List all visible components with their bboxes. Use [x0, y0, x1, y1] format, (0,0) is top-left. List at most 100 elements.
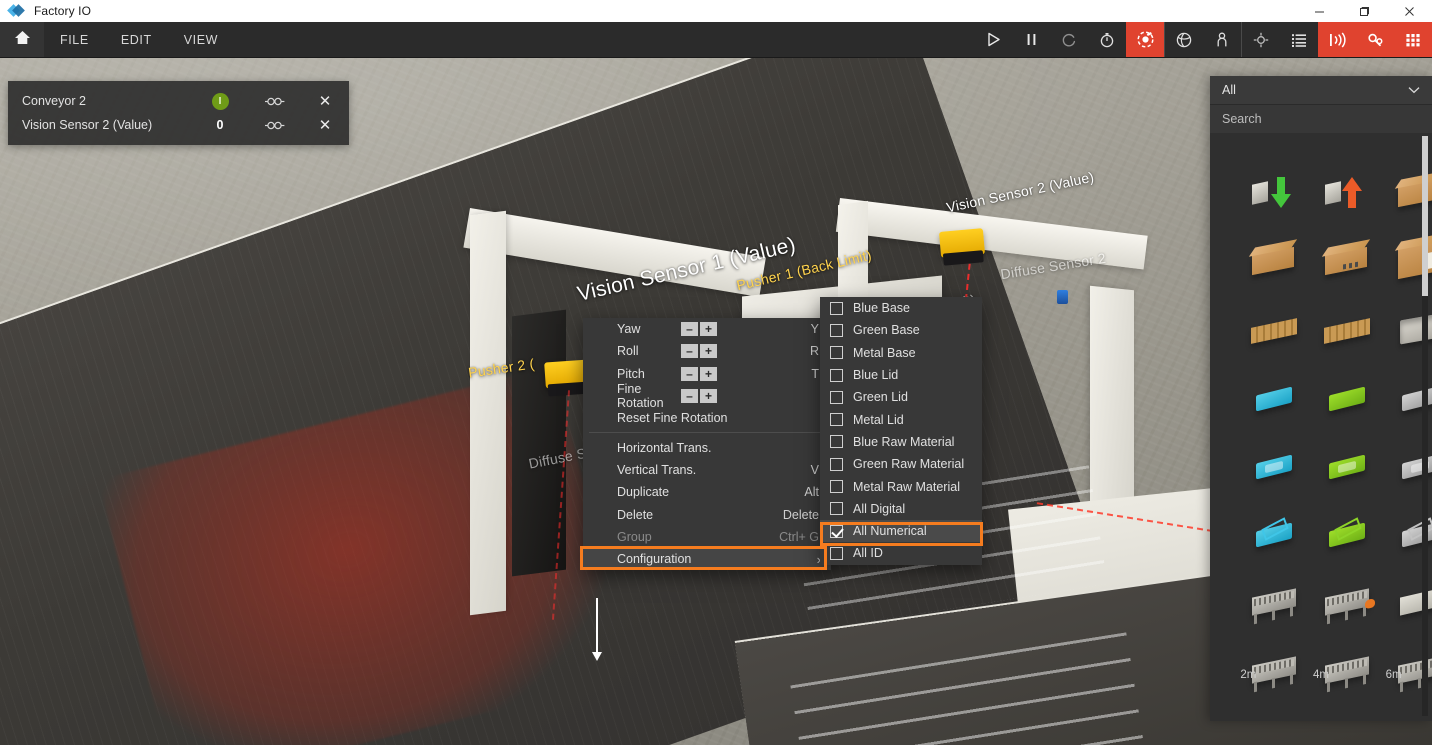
submenu-item-blue-lid[interactable]: Blue Lid [820, 364, 982, 386]
palette-item-roller-conveyor[interactable] [1212, 547, 1297, 625]
palette-item-box-electronics[interactable] [1285, 207, 1367, 276]
decrement-button[interactable]: – [681, 344, 698, 359]
palette-item-emitter[interactable] [1212, 139, 1292, 208]
submenu-item-all-digital[interactable]: All Digital [820, 498, 982, 520]
palette-item-box-medium[interactable] [1212, 207, 1295, 276]
palette-item-curved-conveyor[interactable] [1212, 683, 1285, 721]
checkbox-icon[interactable] [830, 502, 843, 516]
palette-item-blue-base[interactable] [1212, 343, 1293, 412]
close-button[interactable] [1387, 0, 1432, 22]
pause-button[interactable] [1012, 22, 1050, 57]
reset-button[interactable] [1050, 22, 1088, 57]
context-menu-item-configuration[interactable]: Configuration › [583, 547, 831, 571]
submenu-item-green-raw-material[interactable]: Green Raw Material [820, 453, 982, 475]
submenu-item-green-lid[interactable]: Green Lid [820, 386, 982, 408]
palette-item-remover[interactable] [1285, 139, 1362, 208]
first-person-button[interactable] [1203, 22, 1241, 57]
decrement-button[interactable]: – [681, 322, 698, 337]
checkbox-icon[interactable] [830, 457, 843, 471]
context-menu-item-yaw[interactable]: Yaw – + Y [583, 318, 831, 340]
palette-item-roller-conveyor-4m[interactable]: 4m [1285, 615, 1369, 693]
decrement-button[interactable]: – [681, 366, 698, 381]
close-icon[interactable]: ✕ [301, 92, 349, 110]
palette-item-chute-conveyor[interactable] [1357, 547, 1432, 616]
palette-item-box-small[interactable] [1357, 139, 1432, 208]
checkbox-icon[interactable] [830, 368, 843, 382]
search-input[interactable] [1222, 112, 1420, 126]
checkbox-checked-icon[interactable] [830, 524, 843, 538]
checkbox-icon[interactable] [830, 435, 843, 449]
link-icon[interactable] [249, 96, 301, 107]
checkbox-icon[interactable] [830, 546, 843, 560]
watch-item-value[interactable]: I [191, 92, 249, 110]
submenu-item-green-base[interactable]: Green Base [820, 319, 982, 341]
palette-search-row[interactable] [1210, 105, 1432, 133]
checkbox-icon[interactable] [830, 390, 843, 404]
palette-item-pallet-small[interactable] [1212, 275, 1298, 344]
submenu-item-metal-lid[interactable]: Metal Lid [820, 408, 982, 430]
increment-button[interactable]: + [700, 344, 717, 359]
palette-item-plastic-crate[interactable] [1357, 275, 1432, 345]
scene-items-button[interactable] [1280, 22, 1318, 57]
increment-button[interactable]: + [700, 366, 717, 381]
context-menu-item-fine-rotation[interactable]: Fine Rotation – + [583, 382, 831, 410]
sensors-button[interactable] [1318, 22, 1356, 57]
decrement-button[interactable]: – [681, 389, 698, 404]
orbit-view-button[interactable] [1165, 22, 1203, 57]
home-button[interactable] [0, 22, 44, 57]
palette-item-roller-conveyor-2m[interactable]: 2m [1212, 615, 1297, 693]
palette-item-metal-lid[interactable] [1357, 411, 1432, 480]
palette-scrollbar-thumb[interactable] [1422, 136, 1428, 296]
gizmo-button[interactable] [1242, 22, 1280, 57]
context-menu-item-horizontal-trans[interactable]: Horizontal Trans. [583, 436, 831, 458]
palette-item-box-large[interactable] [1357, 207, 1432, 280]
palette-item-green-lid[interactable] [1285, 411, 1365, 480]
context-menu-item-vertical-trans[interactable]: Vertical Trans. V [583, 459, 831, 481]
context-menu-item-roll[interactable]: Roll – + R [583, 340, 831, 362]
submenu-item-blue-raw-material[interactable]: Blue Raw Material [820, 431, 982, 453]
submenu-item-all-id[interactable]: All ID [820, 542, 982, 564]
context-menu-item-reset-fine-rotation[interactable]: Reset Fine Rotation [583, 407, 831, 429]
palette-item-pallet-large[interactable] [1285, 275, 1370, 344]
link-icon[interactable] [249, 120, 301, 131]
context-menu-item-delete[interactable]: Delete Delete [583, 503, 831, 525]
palette-item-metal-raw-material[interactable] [1357, 479, 1432, 548]
watch-row[interactable]: Conveyor 2 I ✕ [8, 89, 349, 113]
palette-button[interactable] [1394, 22, 1432, 57]
timescale-button[interactable] [1088, 22, 1126, 57]
context-menu-item-duplicate[interactable]: Duplicate Alt [583, 481, 831, 503]
play-button[interactable] [974, 22, 1012, 57]
checkbox-icon[interactable] [830, 301, 843, 315]
palette-item-green-raw-material[interactable] [1285, 479, 1365, 548]
submenu-item-all-numerical[interactable]: All Numerical [820, 519, 982, 543]
palette-item-stopper[interactable] [1357, 683, 1430, 721]
palette-item-belt-conveyor-motor[interactable] [1285, 547, 1369, 625]
drivers-button[interactable] [1356, 22, 1394, 57]
close-icon[interactable]: ✕ [301, 116, 349, 134]
palette-item-roller-conveyor-6m[interactable]: 6m [1357, 615, 1432, 693]
palette-item-blue-lid[interactable] [1212, 411, 1293, 480]
palette-item-green-base[interactable] [1285, 343, 1365, 412]
submenu-item-metal-raw-material[interactable]: Metal Raw Material [820, 475, 982, 497]
checkbox-icon[interactable] [830, 480, 843, 494]
palette-scrollbar-track[interactable] [1422, 136, 1428, 716]
checkbox-icon[interactable] [830, 323, 843, 337]
increment-button[interactable]: + [700, 322, 717, 337]
camera-button[interactable] [1126, 22, 1164, 57]
watch-item-value[interactable]: 0 [191, 118, 249, 132]
menu-edit[interactable]: EDIT [105, 22, 168, 57]
palette-item-curved-roller[interactable] [1285, 683, 1358, 721]
menu-view[interactable]: VIEW [168, 22, 234, 57]
palette-category-dropdown[interactable]: All [1210, 76, 1432, 105]
checkbox-icon[interactable] [830, 346, 843, 360]
checkbox-icon[interactable] [830, 413, 843, 427]
increment-button[interactable]: + [700, 389, 717, 404]
palette-item-blue-raw-material[interactable] [1212, 479, 1293, 548]
menu-file[interactable]: FILE [44, 22, 105, 57]
maximize-restore-button[interactable] [1342, 0, 1387, 22]
palette-item-metal-base[interactable] [1357, 343, 1432, 412]
submenu-item-blue-base[interactable]: Blue Base [820, 297, 982, 319]
submenu-item-metal-base[interactable]: Metal Base [820, 342, 982, 364]
watch-row[interactable]: Vision Sensor 2 (Value) 0 ✕ [8, 113, 349, 137]
vision-sensor-2[interactable] [938, 228, 986, 266]
